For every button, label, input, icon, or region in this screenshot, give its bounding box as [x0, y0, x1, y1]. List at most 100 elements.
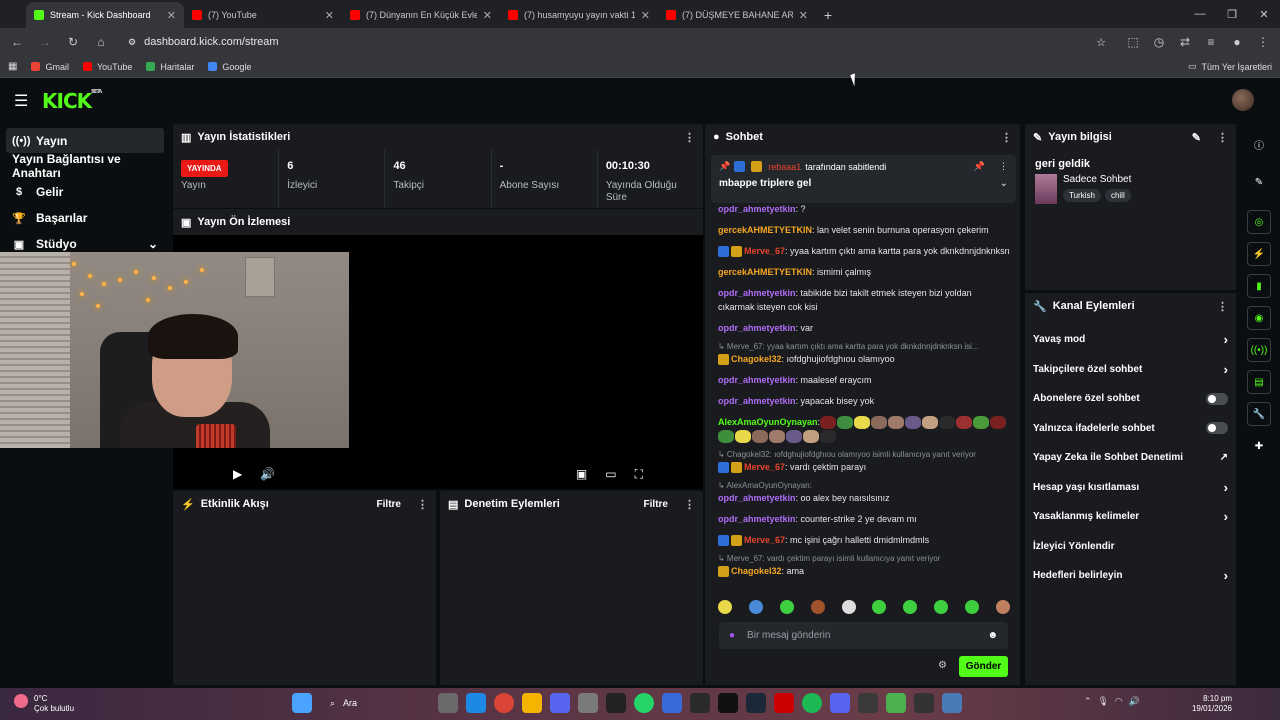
chat-message[interactable]: opdr_ahmetyetkin: tabikide bizi takilt e…	[718, 286, 1010, 314]
channel-action-item[interactable]: Yasaklanmış kelimeler ›	[1025, 502, 1236, 532]
chat-message[interactable]: AlexAmaOyunOynayan:	[718, 415, 1010, 444]
chat-username[interactable]: gercekAHMETYETKIN	[718, 267, 812, 277]
chat-message[interactable]: Chagokel32: ıofdghujiofdghıou olamıyoo	[718, 352, 1010, 366]
sidebar-item-stream[interactable]: ((•)) Yayın	[6, 128, 164, 153]
tab-close-icon[interactable]: ✕	[483, 9, 492, 22]
chat-username[interactable]: Merve_67	[744, 462, 785, 472]
kebab-menu-icon[interactable]: ⋮	[1217, 131, 1228, 144]
kebab-menu-icon[interactable]: ⋮	[684, 131, 695, 144]
tab-close-icon[interactable]: ✕	[325, 9, 334, 22]
lightning-icon[interactable]: ⚡	[1247, 242, 1271, 266]
chat-message[interactable]: opdr_ahmetyetkin: ?	[718, 202, 1010, 216]
chat-username[interactable]: opdr_ahmetyetkin	[718, 323, 796, 333]
add-widget-icon[interactable]: ✚	[1247, 434, 1271, 458]
sidebar-item-stream-key[interactable]: Yayın Bağlantısı ve Anahtarı	[0, 152, 170, 180]
app-icon[interactable]	[690, 693, 710, 713]
pinned-by-user[interactable]: rebaaa1	[768, 162, 801, 172]
maximize-icon[interactable]: ❐	[1216, 0, 1248, 28]
app-icon[interactable]	[858, 693, 878, 713]
home-icon[interactable]: ⌂	[90, 31, 112, 53]
bookmark-item[interactable]: YouTube	[82, 62, 132, 72]
all-bookmarks-button[interactable]: ▭ Tüm Yer İşaretleri	[1188, 61, 1272, 72]
info-icon[interactable]: ⓘ	[1247, 132, 1271, 156]
chat-username[interactable]: AlexAmaOyunOynayan	[718, 417, 818, 427]
sidebar-item-revenue[interactable]: $ Gelir	[0, 179, 170, 205]
clock[interactable]: 8:10 pm 19/01/2026	[1192, 694, 1232, 714]
emote-icon[interactable]	[965, 600, 979, 614]
chat-message[interactable]: gercekAHMETYETKIN: ismimi çalmış	[718, 265, 1010, 279]
channel-action-item[interactable]: Yavaş mod ›	[1025, 325, 1236, 355]
tab-close-icon[interactable]: ✕	[799, 9, 808, 22]
tab-close-icon[interactable]: ✕	[167, 9, 176, 22]
kebab-menu-icon[interactable]: ⋮	[999, 161, 1008, 172]
play-icon[interactable]: ▶	[233, 467, 242, 481]
clipboard-icon[interactable]: ▮	[1247, 274, 1271, 298]
sidebar-item-achievements[interactable]: 🏆 Başarılar	[0, 205, 170, 231]
app-icon[interactable]	[942, 693, 962, 713]
emote-icon[interactable]	[718, 600, 732, 614]
target-icon[interactable]: ◎	[1247, 210, 1271, 234]
volume-icon[interactable]: 🔊	[260, 467, 275, 481]
site-info-icon[interactable]: ⚙	[128, 37, 136, 48]
browser-tab[interactable]: (7) Dünyanın En Küçük Evleri: 1 ✕	[342, 2, 500, 28]
file-explorer-icon[interactable]	[522, 693, 542, 713]
chat-input[interactable]: ● Bir mesaj gönderin ☻	[719, 622, 1008, 649]
bookmark-item[interactable]: Haritalar	[146, 62, 194, 72]
kebab-menu-icon[interactable]: ⋮	[684, 498, 695, 511]
apps-icon[interactable]: ▦	[8, 61, 17, 72]
reading-list-icon[interactable]: ≡	[1200, 31, 1222, 53]
chrome-icon[interactable]	[494, 693, 514, 713]
app-icon[interactable]	[662, 693, 682, 713]
chat-username[interactable]: opdr_ahmetyetkin	[718, 288, 796, 298]
browser-menu-icon[interactable]: ⋮	[1252, 31, 1274, 53]
emote-icon[interactable]	[841, 600, 856, 614]
app-icon[interactable]	[718, 693, 738, 713]
fullscreen-icon[interactable]: ⛶	[635, 467, 643, 482]
emote-icon[interactable]	[995, 600, 1010, 614]
bookmark-item[interactable]: Google	[208, 62, 251, 72]
wrench-icon[interactable]: 🔧	[1247, 402, 1271, 426]
emote-icon[interactable]	[779, 600, 794, 614]
pinned-message[interactable]: 📌 rebaaa1 tarafından sabitlendi 📌 ⋮ mbap…	[711, 155, 1016, 203]
taskbar-search[interactable]: ⌕ Ara	[320, 692, 430, 714]
wifi-icon[interactable]: ◠	[1115, 696, 1123, 707]
emote-icon[interactable]	[810, 600, 825, 614]
chat-bubble-icon[interactable]: ◉	[1247, 306, 1271, 330]
whatsapp-icon[interactable]	[634, 693, 654, 713]
channel-action-item[interactable]: Hedefleri belirleyin ›	[1025, 561, 1236, 591]
speaker-icon[interactable]: 🔊	[1129, 696, 1140, 707]
sidebar-item-studio[interactable]: ▣ Stüdyo ⌄	[0, 231, 170, 252]
weather-widget[interactable]: 0°C Çok bulutlu	[14, 694, 74, 714]
minecraft-icon[interactable]	[886, 693, 906, 713]
tab-close-icon[interactable]: ✕	[641, 9, 650, 22]
chat-message[interactable]: opdr_ahmetyetkin: oo alex bey naısılsını…	[718, 491, 1010, 505]
chat-message[interactable]: opdr_ahmetyetkin: counter-strike 2 ye de…	[718, 512, 1010, 526]
chat-username[interactable]: opdr_ahmetyetkin	[718, 204, 796, 214]
edit-icon[interactable]: ✎	[1192, 131, 1201, 144]
chat-message[interactable]: Merve_67: yyaa kartım çıktı ama kartta p…	[718, 244, 1010, 258]
channel-action-item[interactable]: Yalnızca ifadelerle sohbet	[1025, 414, 1236, 444]
list-icon[interactable]: ▤	[1247, 370, 1271, 394]
app-icon[interactable]	[578, 693, 598, 713]
back-icon[interactable]: ←	[6, 31, 28, 53]
chat-username[interactable]: Chagokel32	[731, 354, 782, 364]
hamburger-menu-icon[interactable]: ☰	[14, 91, 36, 111]
miniplayer-icon[interactable]: ▣	[576, 467, 587, 482]
forward-icon[interactable]: →	[34, 31, 56, 53]
chat-username[interactable]: gercekAHMETYETKIN	[718, 225, 812, 235]
send-button[interactable]: Gönder	[959, 656, 1008, 677]
chat-username[interactable]: Merve_67	[744, 535, 785, 545]
chat-username[interactable]: Chagokel32	[731, 566, 782, 576]
browser-tab[interactable]: Stream - Kick Dashboard ✕	[26, 2, 184, 28]
new-tab-button[interactable]: +	[816, 2, 840, 28]
emote-icon[interactable]	[872, 600, 887, 614]
bookmark-star-icon[interactable]: ☆	[1096, 36, 1106, 49]
chat-message[interactable]: opdr_ahmetyetkin: maalesef eraycım	[718, 373, 1010, 387]
channel-action-item[interactable]: Abonelere özel sohbet	[1025, 384, 1236, 414]
kick-logo[interactable]: KICKBETA	[42, 89, 102, 113]
app-icon[interactable]	[606, 693, 626, 713]
translate-icon[interactable]: ⇄	[1174, 31, 1196, 53]
chat-username[interactable]: opdr_ahmetyetkin	[718, 493, 796, 503]
kebab-menu-icon[interactable]: ⋮	[1217, 300, 1228, 313]
chat-message[interactable]: gercekAHMETYETKIN: lan velet senin burnu…	[718, 223, 1010, 237]
